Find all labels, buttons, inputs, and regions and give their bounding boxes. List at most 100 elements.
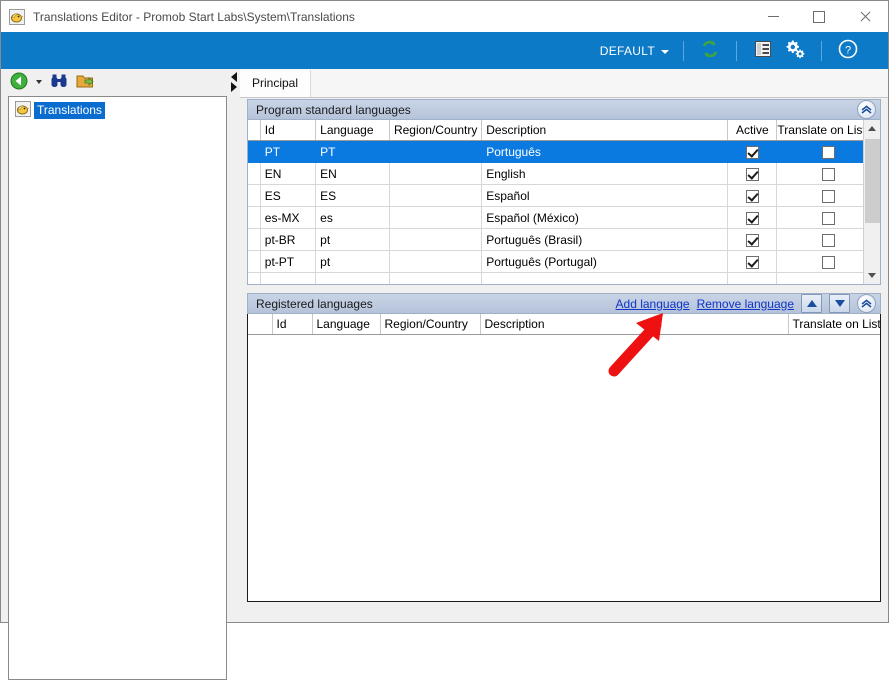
translate-on-listing-checkbox[interactable] [821, 211, 835, 225]
row-selector[interactable] [248, 228, 261, 251]
list-view-button[interactable] [750, 38, 776, 64]
col-header-id[interactable]: Id [260, 120, 317, 141]
profile-dropdown[interactable]: DEFAULT [596, 41, 673, 61]
move-up-button[interactable] [801, 294, 822, 313]
section-header-actions [857, 100, 876, 119]
grid-vertical-scrollbar[interactable] [863, 120, 880, 284]
table-row[interactable]: PT PT Português [248, 140, 880, 163]
tree-item-translations[interactable]: Translations [15, 100, 226, 120]
table-row[interactable]: es-MX es Español (México) [248, 206, 880, 229]
col-header-region[interactable]: Region/Country [389, 120, 483, 141]
cell-active[interactable] [727, 250, 778, 273]
grid-registered-languages[interactable]: Id Language Region/Country Description T… [247, 314, 881, 602]
cell-region [389, 206, 483, 229]
collapse-left-icon [231, 72, 237, 82]
row-selector[interactable] [248, 140, 261, 163]
row-selector[interactable] [248, 184, 261, 207]
cell-id: es-MX [260, 206, 317, 229]
settings-gears-icon [784, 39, 806, 62]
panel-splitter[interactable] [230, 69, 240, 622]
scroll-down-button[interactable] [864, 267, 880, 284]
col-header-active[interactable]: Active [727, 120, 778, 141]
table-row[interactable]: EN EN English [248, 162, 880, 185]
add-language-link[interactable]: Add language [616, 297, 690, 311]
active-checkbox[interactable] [745, 233, 759, 247]
sidebar-toolbar [2, 69, 230, 95]
refresh-icon [699, 38, 721, 63]
scroll-thumb[interactable] [865, 139, 880, 223]
cell-language: PT [315, 140, 390, 163]
remove-language-link[interactable]: Remove language [697, 297, 794, 311]
grid-header-row: Id Language Region/Country Description T… [248, 314, 880, 335]
translate-on-listing-checkbox[interactable] [821, 233, 835, 247]
col-header-region[interactable]: Region/Country [380, 314, 481, 335]
find-button[interactable] [48, 72, 70, 92]
cell-language: pt [315, 250, 390, 273]
cell-description [481, 272, 729, 284]
translate-on-listing-checkbox[interactable] [821, 167, 835, 181]
table-row[interactable]: pt-BR pt Português (Brasil) [248, 228, 880, 251]
translations-node-icon [15, 100, 31, 120]
row-selector[interactable] [248, 272, 261, 284]
row-selector[interactable] [248, 162, 261, 185]
maximize-button[interactable] [796, 1, 842, 32]
active-checkbox[interactable] [745, 145, 759, 159]
active-checkbox[interactable] [745, 255, 759, 269]
grid-body-standard: PT PT Português EN EN English ES ES Espa… [248, 140, 880, 284]
cell-active[interactable] [727, 162, 778, 185]
cell-active[interactable] [727, 206, 778, 229]
scroll-track[interactable] [865, 137, 880, 267]
table-row[interactable] [248, 272, 880, 284]
help-button[interactable]: ? [835, 38, 861, 64]
export-button[interactable] [74, 72, 96, 92]
close-button[interactable] [842, 1, 888, 32]
content-area: Program standard languages Id Language R… [247, 99, 881, 618]
collapse-program-standard-button[interactable] [857, 100, 876, 119]
translations-app-icon [9, 8, 25, 25]
move-down-button[interactable] [829, 294, 850, 313]
minimize-button[interactable] [750, 1, 796, 32]
cell-description: Português (Portugal) [481, 250, 729, 273]
back-button[interactable] [8, 72, 30, 92]
translate-on-listing-checkbox[interactable] [821, 189, 835, 203]
maximize-icon [813, 10, 825, 23]
active-checkbox[interactable] [745, 189, 759, 203]
tab-principal-label: Principal [252, 76, 299, 90]
cell-active[interactable] [727, 228, 778, 251]
cell-description: Português [481, 140, 729, 163]
translate-on-listing-checkbox[interactable] [821, 255, 835, 269]
col-header-id[interactable]: Id [272, 314, 313, 335]
empty-grid-area[interactable] [248, 334, 880, 595]
col-header-description[interactable]: Description [481, 120, 729, 141]
active-checkbox[interactable] [745, 211, 759, 225]
settings-button[interactable] [782, 38, 808, 64]
col-header-translate-on-listing[interactable]: Translate on Listing [788, 314, 880, 335]
col-header-description[interactable]: Description [480, 314, 789, 335]
main-panel: Principal Program standard languages Id … [240, 69, 888, 622]
chevron-up-icon [861, 299, 872, 308]
col-header-language[interactable]: Language [315, 120, 390, 141]
cell-description: Español (México) [481, 206, 729, 229]
table-row[interactable]: pt-PT pt Português (Portugal) [248, 250, 880, 273]
tab-principal[interactable]: Principal [240, 69, 312, 97]
back-dropdown-button[interactable] [34, 72, 44, 92]
cell-description: Español [481, 184, 729, 207]
cell-active[interactable] [727, 140, 778, 163]
translate-on-listing-checkbox[interactable] [821, 145, 835, 159]
grid-program-standard-languages[interactable]: Id Language Region/Country Description A… [247, 120, 881, 285]
collapse-registered-button[interactable] [857, 294, 876, 313]
col-header-language[interactable]: Language [312, 314, 381, 335]
section-program-standard-languages: Program standard languages Id Language R… [247, 99, 881, 285]
row-selector[interactable] [248, 206, 261, 229]
scroll-up-button[interactable] [864, 120, 880, 137]
tree-panel[interactable]: Translations [8, 96, 227, 680]
grid-table-registered: Id Language Region/Country Description T… [248, 314, 880, 595]
cell-active[interactable] [727, 184, 778, 207]
row-selector[interactable] [248, 250, 261, 273]
ribbon-separator-3 [821, 40, 822, 61]
cell-active[interactable] [727, 272, 778, 284]
active-checkbox[interactable] [745, 167, 759, 181]
refresh-button[interactable] [697, 38, 723, 64]
list-view-icon [753, 39, 773, 62]
table-row[interactable]: ES ES Español [248, 184, 880, 207]
